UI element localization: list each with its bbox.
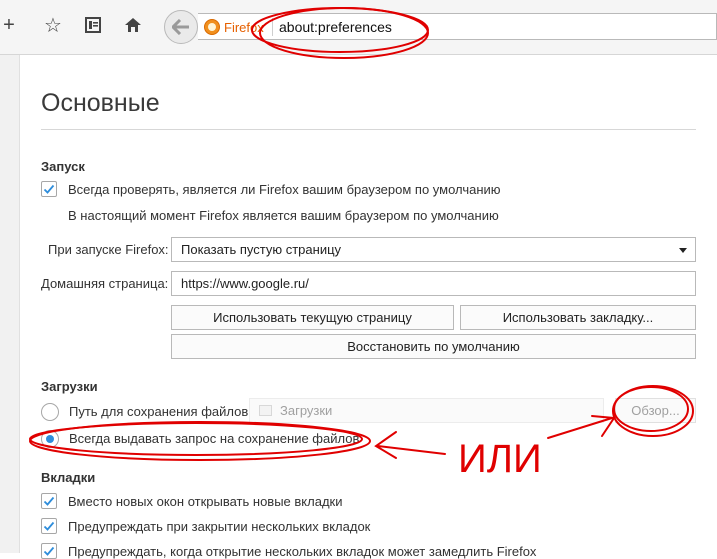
tab-option-label: Предупреждать, когда открытие нескольких…: [68, 544, 537, 559]
firefox-logo-icon: [204, 19, 220, 35]
section-startup: Запуск: [41, 159, 85, 174]
warn-slow-tabs-checkbox[interactable]: [41, 543, 57, 559]
site-identity[interactable]: Firefox: [204, 18, 273, 36]
warn-close-tabs-checkbox[interactable]: [41, 518, 57, 534]
navigation-toolbar: + ☆ Firefox about:preferences: [0, 0, 717, 55]
tab-option-label: Предупреждать при закрытии нескольких вк…: [68, 519, 371, 534]
save-path-value: Загрузки: [280, 403, 333, 418]
browse-button[interactable]: Обзор...: [615, 398, 696, 423]
always-check-default-checkbox[interactable]: [41, 181, 57, 197]
back-button[interactable]: [164, 10, 198, 44]
home-page-label: Домашняя страница:: [41, 276, 169, 291]
annotation-text: ИЛИ: [458, 437, 542, 481]
default-browser-status: В настоящий момент Firefox является ваши…: [68, 208, 499, 223]
identity-label: Firefox: [224, 19, 264, 35]
back-arrow-icon: [172, 19, 189, 35]
use-current-page-button[interactable]: Использовать текущую страницу: [171, 305, 454, 330]
arrow-left-annotation: [377, 445, 446, 455]
bookmarks-menu-icon[interactable]: [80, 12, 106, 38]
section-tabs: Вкладки: [41, 470, 96, 485]
checkmark-icon: [43, 184, 55, 194]
use-bookmark-button[interactable]: Использовать закладку...: [460, 305, 696, 330]
checkmark-icon: [43, 546, 55, 556]
bookmark-star-icon[interactable]: ☆: [40, 12, 66, 38]
on-start-value: Показать пустую страницу: [181, 242, 342, 257]
radio-selected-dot: [46, 435, 54, 443]
dropdown-caret-icon: [679, 248, 687, 253]
identity-separator: [271, 18, 273, 36]
folder-icon: [259, 405, 272, 416]
tab-option-label: Вместо новых окон открывать новые вкладк…: [68, 494, 343, 509]
title-divider: [41, 129, 696, 130]
section-downloads: Загрузки: [41, 379, 98, 394]
always-check-default-label: Всегда проверять, является ли Firefox ва…: [68, 182, 501, 197]
home-page-input[interactable]: https://www.google.ru/: [171, 271, 696, 296]
checkmark-icon: [43, 496, 55, 506]
url-bar[interactable]: Firefox about:preferences: [198, 13, 717, 40]
always-ask-label: Всегда выдавать запрос на сохранение фай…: [69, 431, 360, 446]
on-start-select[interactable]: Показать пустую страницу: [171, 237, 696, 262]
url-text[interactable]: about:preferences: [279, 19, 392, 35]
restore-default-button[interactable]: Восстановить по умолчанию: [171, 334, 696, 359]
home-icon[interactable]: [120, 12, 146, 38]
save-path-radio[interactable]: [41, 403, 59, 421]
save-path-label: Путь для сохранения файлов: [69, 404, 249, 419]
always-ask-radio[interactable]: [41, 430, 59, 448]
open-in-tabs-checkbox[interactable]: [41, 493, 57, 509]
page-title: Основные: [41, 89, 160, 117]
checkmark-icon: [43, 521, 55, 531]
arrow-left-head: [374, 431, 397, 459]
new-tab-icon[interactable]: +: [0, 12, 22, 38]
left-strip: [0, 55, 20, 553]
on-start-label: При запуске Firefox:: [48, 242, 169, 257]
save-path-field: Загрузки: [249, 398, 604, 423]
